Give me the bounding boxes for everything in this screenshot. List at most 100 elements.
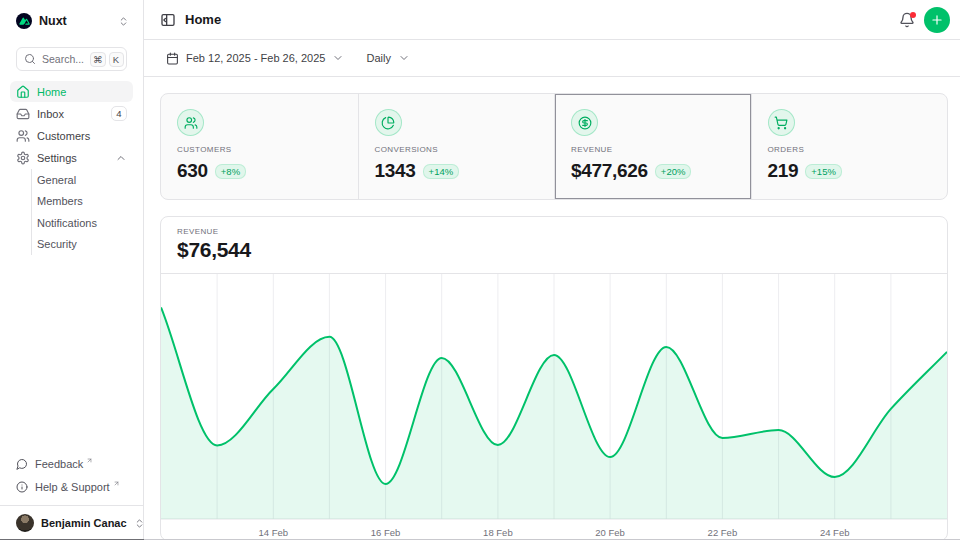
arrow-up-right-icon bbox=[86, 457, 93, 464]
nuxt-logo-icon bbox=[16, 13, 32, 29]
revenue-chart-card: REVENUE $76,544 14 Feb16 Feb18 Feb20 Feb… bbox=[160, 216, 948, 540]
stat-card-orders[interactable]: ORDERS219+15% bbox=[751, 94, 948, 199]
date-range-picker[interactable]: Feb 12, 2025 - Feb 26, 2025 bbox=[160, 45, 350, 71]
calendar-icon bbox=[166, 52, 179, 65]
search-kbd-shortcut: ⌘ K bbox=[90, 52, 124, 67]
settings-subnav: General Members Notifications Security bbox=[31, 169, 133, 255]
stat-icon-wrap bbox=[375, 109, 402, 136]
sidebar-nav: Home Inbox 4 Customers Settings General Member… bbox=[10, 81, 133, 255]
dashboard-content: CUSTOMERS630+8%CONVERSIONS1343+14%REVENU… bbox=[144, 77, 960, 540]
add-button[interactable] bbox=[924, 7, 950, 33]
main-area: Home Feb 12, 2025 - Feb 26, 2025 Daily C… bbox=[144, 0, 960, 540]
sidebar-link-feedback[interactable]: Feedback bbox=[10, 453, 133, 475]
stat-delta-badge: +8% bbox=[215, 164, 246, 179]
sidebar-item-settings[interactable]: Settings bbox=[10, 147, 133, 168]
stat-card-conversions[interactable]: CONVERSIONS 1343 +14% bbox=[358, 94, 555, 199]
revenue-area-chart[interactable]: 14 Feb16 Feb18 Feb20 Feb22 Feb24 Feb bbox=[161, 274, 947, 540]
search-icon bbox=[24, 53, 36, 65]
stats-row: CUSTOMERS630+8%CONVERSIONS1343+14%REVENU… bbox=[160, 93, 948, 200]
sidebar-subitem-label: Notifications bbox=[37, 217, 97, 229]
chevron-down-icon bbox=[332, 52, 344, 64]
workspace-switcher[interactable]: Nuxt bbox=[10, 8, 133, 34]
period-select[interactable]: Daily bbox=[360, 45, 415, 71]
circle-dollar-sign-icon bbox=[578, 116, 592, 130]
stat-delta-badge: +14% bbox=[423, 164, 460, 179]
sidebar-link-label: Feedback bbox=[35, 458, 83, 470]
page-header: Home bbox=[144, 0, 960, 40]
sidebar-subitem-general[interactable]: General bbox=[32, 169, 133, 191]
house-icon bbox=[16, 85, 30, 99]
chart-value: $76,544 bbox=[177, 238, 931, 262]
user-menu[interactable]: Benjamin Canac bbox=[10, 506, 133, 540]
sidebar-item-customers[interactable]: Customers bbox=[10, 125, 133, 146]
inbox-icon bbox=[16, 107, 30, 121]
calendar-icon bbox=[166, 52, 179, 65]
chevron-down-icon bbox=[398, 52, 410, 64]
chevron-up-icon bbox=[115, 152, 127, 164]
collapse-sidebar-button[interactable] bbox=[160, 12, 176, 28]
app-window: Nuxt Search... ⌘ K Home Inbox 4 Customers Se… bbox=[0, 0, 960, 540]
stat-value: 630 bbox=[177, 160, 208, 182]
x-axis-label: 14 Feb bbox=[259, 527, 289, 538]
stat-delta-badge: +20% bbox=[655, 164, 692, 179]
user-name: Benjamin Canac bbox=[41, 517, 127, 529]
chevron-down-icon bbox=[332, 52, 344, 64]
sidebar-item-home[interactable]: Home bbox=[10, 81, 133, 102]
chevrons-up-down-icon bbox=[134, 518, 145, 529]
sidebar-subitem-label: Members bbox=[37, 195, 83, 207]
users-icon bbox=[16, 129, 30, 143]
sidebar-item-label: Inbox bbox=[37, 108, 64, 120]
sidebar-subitem-members[interactable]: Members bbox=[32, 191, 133, 213]
arrow-up-right-icon bbox=[113, 480, 120, 487]
sidebar-item-label: Home bbox=[37, 86, 66, 98]
inbox-count-badge: 4 bbox=[111, 106, 127, 121]
stat-value: 1343 bbox=[375, 160, 416, 182]
message-circle-icon bbox=[16, 458, 28, 470]
search-placeholder: Search... bbox=[42, 53, 84, 65]
x-axis-label: 24 Feb bbox=[820, 527, 850, 538]
x-axis-label: 22 Feb bbox=[708, 527, 738, 538]
chevrons-up-down-icon bbox=[118, 16, 129, 27]
sidebar-subitem-label: General bbox=[37, 174, 76, 186]
workspace-name: Nuxt bbox=[39, 14, 67, 28]
x-axis-label: 16 Feb bbox=[371, 527, 401, 538]
sidebar-subitem-notifications[interactable]: Notifications bbox=[32, 212, 133, 234]
stat-label: CONVERSIONS bbox=[375, 145, 539, 154]
sidebar-item-label: Settings bbox=[37, 152, 77, 164]
chevrons-up-down-icon bbox=[134, 518, 145, 529]
panel-left-close-icon bbox=[160, 12, 176, 28]
stat-delta-badge: +15% bbox=[805, 164, 842, 179]
stat-value: 219 bbox=[768, 160, 799, 182]
chart-label: REVENUE bbox=[177, 227, 931, 236]
stat-icon-wrap bbox=[571, 109, 598, 136]
stat-label: REVENUE bbox=[571, 145, 735, 154]
user-avatar bbox=[16, 514, 34, 532]
kbd-meta: ⌘ bbox=[90, 52, 106, 67]
sidebar: Nuxt Search... ⌘ K Home Inbox 4 Customers Se… bbox=[0, 0, 144, 540]
sidebar-subitem-label: Security bbox=[37, 238, 77, 250]
stat-card-revenue[interactable]: REVENUE$477,626+20% bbox=[554, 94, 751, 199]
chart-header: REVENUE $76,544 bbox=[161, 217, 947, 273]
users-icon bbox=[184, 116, 198, 130]
x-axis-label: 20 Feb bbox=[595, 527, 625, 538]
period-label: Daily bbox=[366, 52, 390, 64]
chevron-down-icon bbox=[398, 52, 410, 64]
search-icon bbox=[24, 53, 36, 65]
sidebar-footer-links: Feedback Help & Support bbox=[10, 453, 133, 498]
sidebar-subitem-security[interactable]: Security bbox=[32, 234, 133, 256]
sidebar-item-inbox[interactable]: Inbox 4 bbox=[10, 103, 133, 124]
sidebar-item-label: Customers bbox=[37, 130, 90, 142]
search-input[interactable]: Search... ⌘ K bbox=[16, 47, 127, 71]
filters-toolbar: Feb 12, 2025 - Feb 26, 2025 Daily bbox=[144, 40, 960, 77]
sidebar-link-label: Help & Support bbox=[35, 481, 110, 493]
chart-pie-icon bbox=[381, 116, 395, 130]
sidebar-link-help-support[interactable]: Help & Support bbox=[10, 476, 133, 498]
shopping-cart-icon bbox=[774, 116, 788, 130]
date-range-label: Feb 12, 2025 - Feb 26, 2025 bbox=[186, 52, 325, 64]
plus-icon bbox=[930, 13, 944, 27]
notifications-button[interactable] bbox=[899, 12, 915, 28]
stat-icon-wrap bbox=[768, 109, 795, 136]
stat-card-customers[interactable]: CUSTOMERS630+8% bbox=[161, 94, 358, 199]
notification-unread-dot bbox=[910, 12, 917, 19]
info-icon bbox=[16, 481, 28, 493]
